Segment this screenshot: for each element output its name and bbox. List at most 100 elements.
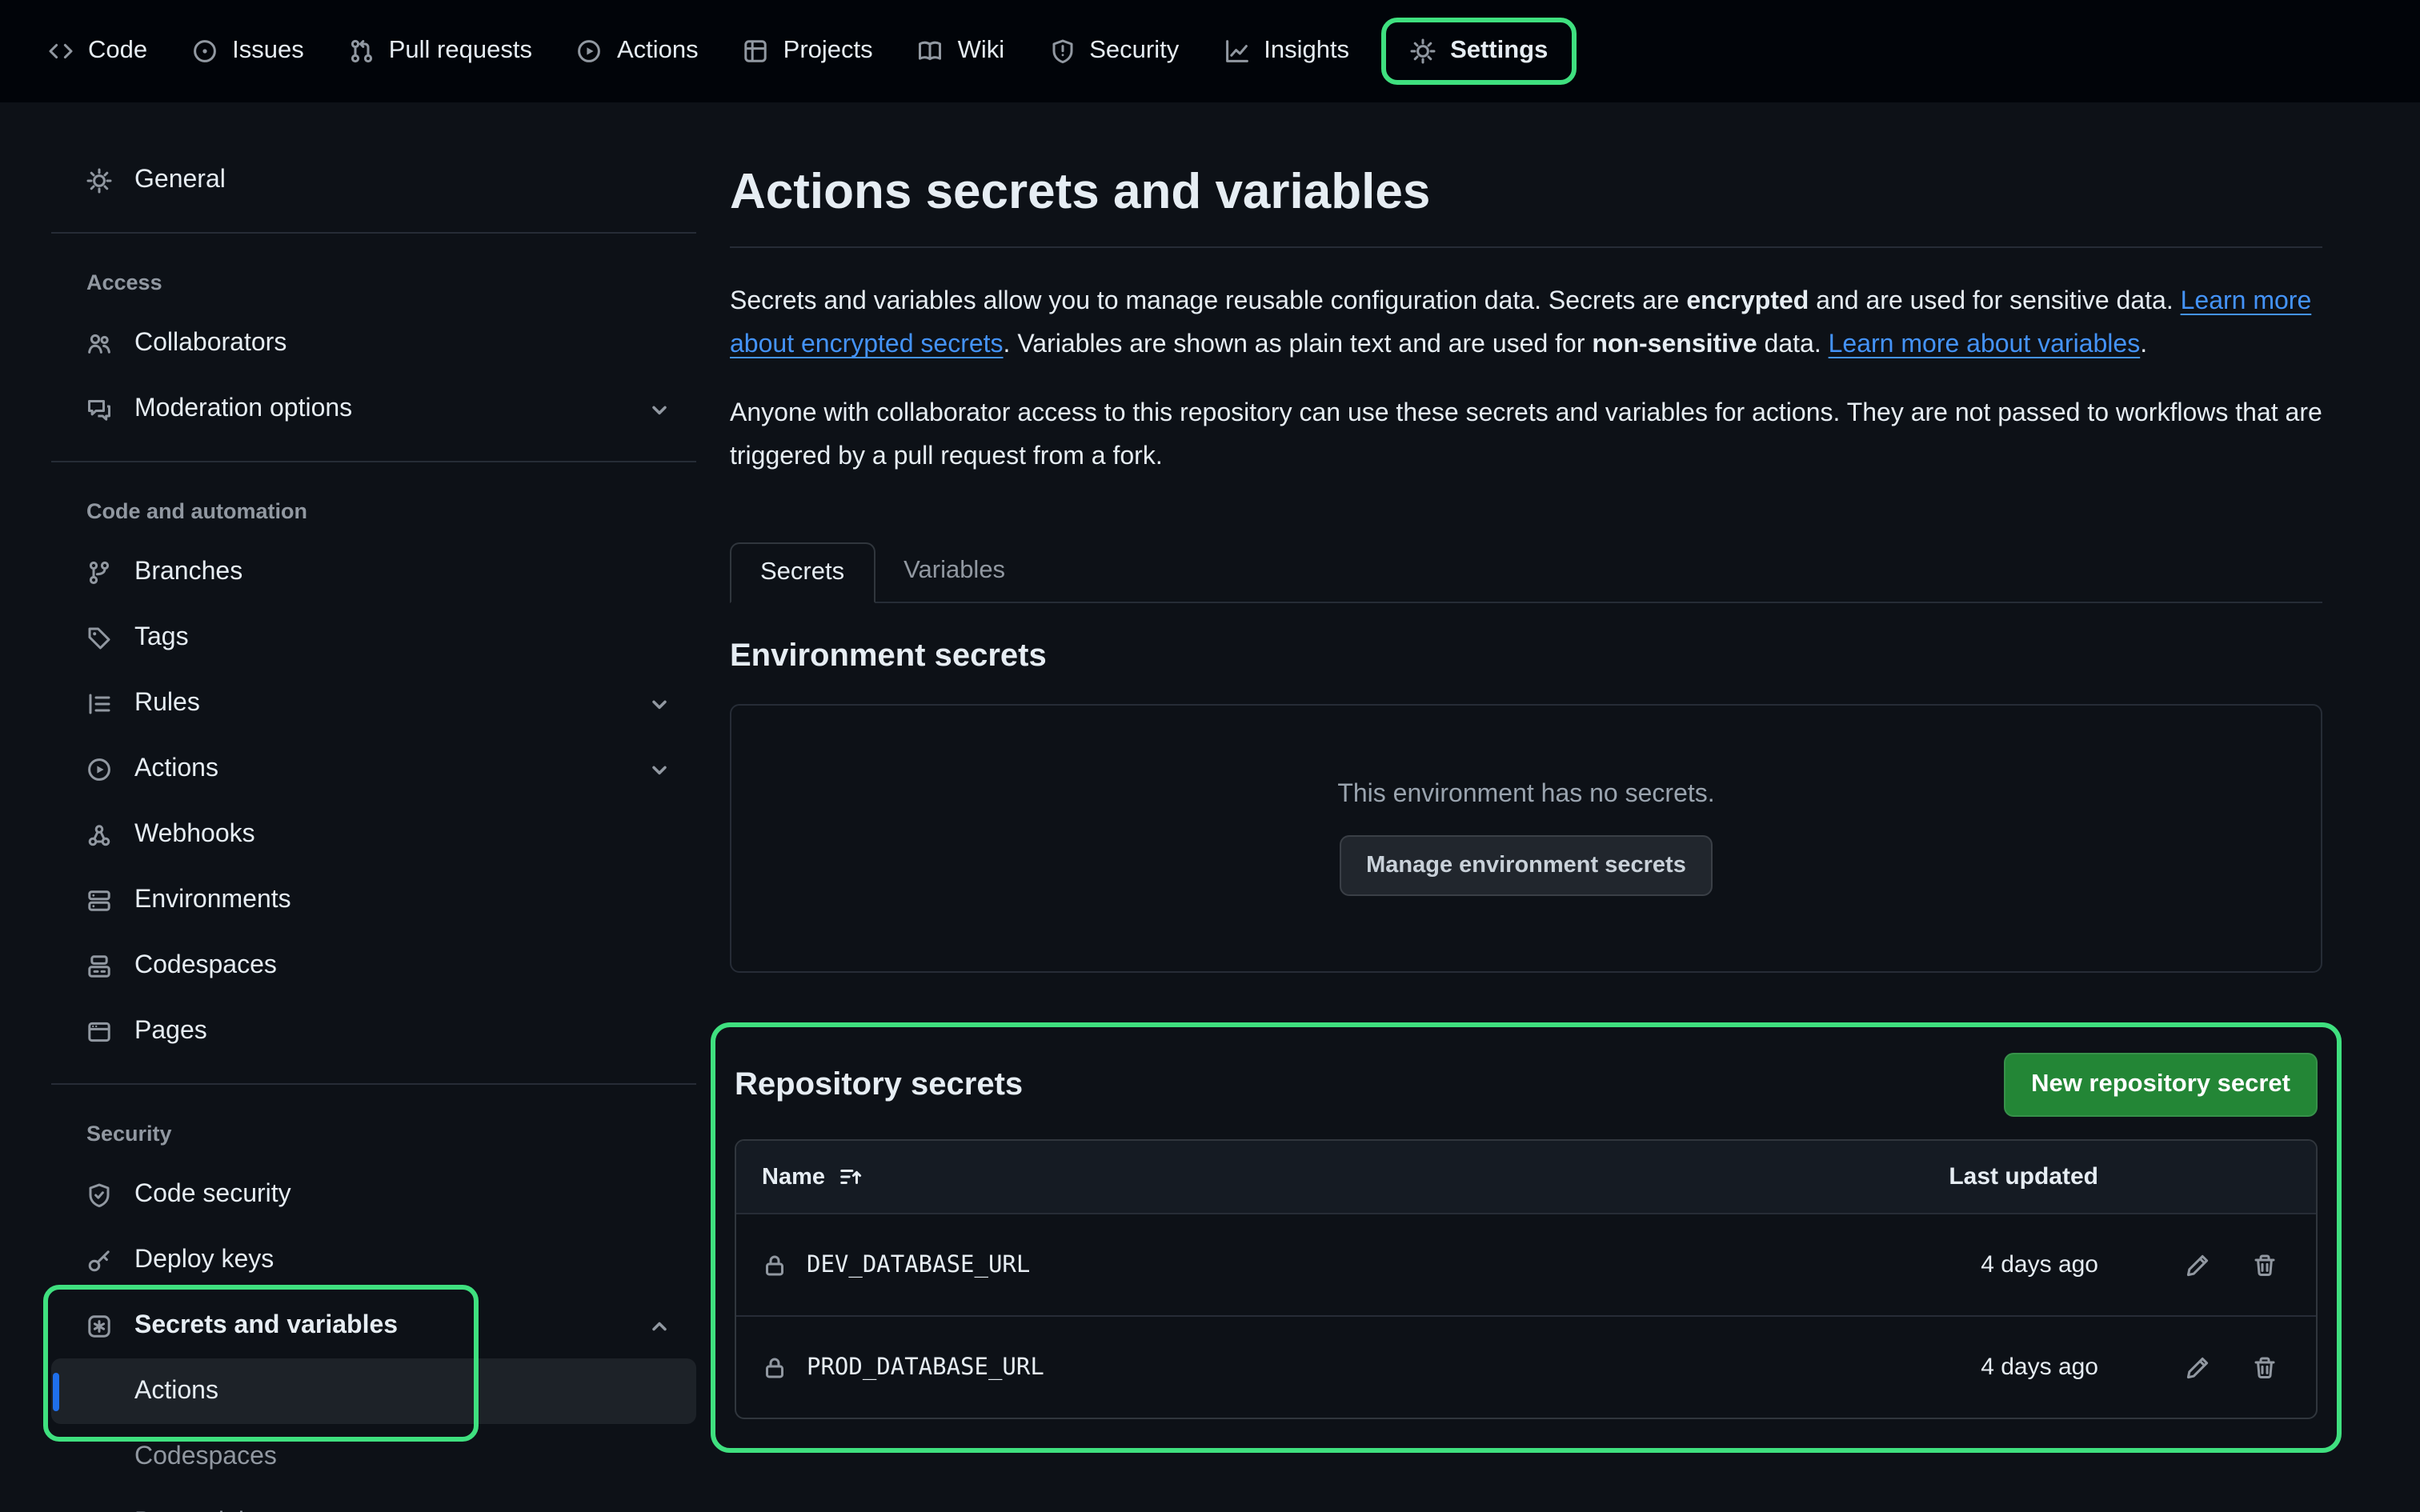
intro-text-segment: Secrets and variables allow you to manag… [730,288,1686,315]
nav-tab-issues[interactable]: Issues [170,21,327,82]
column-header-name[interactable]: Name [762,1164,1826,1190]
nav-tab-pull-requests[interactable]: Pull requests [327,21,555,82]
sidebar-subitem-actions[interactable]: Actions [51,1358,696,1424]
sidebar-item-secrets-and-variables[interactable]: Secrets and variables [51,1293,696,1358]
nav-tab-code[interactable]: Code [26,21,170,82]
intro-text: Secrets and variables allow you to manag… [730,280,2322,478]
nav-tab-security[interactable]: Security [1027,21,1201,82]
sidebar-item-label: Moderation options [134,394,352,423]
tab-secrets[interactable]: Secrets [730,542,875,603]
webhook-icon [86,822,112,847]
key-icon [86,1247,112,1273]
edit-secret-button[interactable] [2185,1252,2210,1278]
lock-icon [762,1354,787,1380]
table-icon [743,38,769,64]
comment-discussion-icon [86,396,112,422]
sidebar-item-code-security[interactable]: Code security [51,1162,696,1227]
github-repo-settings-page: Code Issues Pull requests Actions Projec… [0,0,2420,1512]
active-indicator-bar [53,1372,59,1410]
secret-name: PROD_DATABASE_URL [807,1354,1044,1380]
nav-tab-label: Issues [232,37,304,66]
graph-icon [1224,38,1249,64]
sidebar-item-webhooks[interactable]: Webhooks [51,802,696,867]
sidebar-item-label: General [134,166,226,194]
settings-content: Actions secrets and variables Secrets an… [730,147,2322,1453]
trash-icon [2252,1252,2278,1278]
sidebar-item-codespaces[interactable]: Codespaces [51,933,696,998]
intro-text-segment: data. [1757,331,1829,358]
sidebar-section-code-automation: Code and automation Branches Tags Rules … [51,461,696,1064]
secret-updated: 4 days ago [1826,1354,2098,1381]
sidebar-item-tags[interactable]: Tags [51,605,696,670]
secret-name-cell: DEV_DATABASE_URL [762,1252,1826,1278]
sidebar-item-label: Secrets and variables [134,1311,398,1340]
nav-tab-wiki[interactable]: Wiki [895,21,1028,82]
sidebar-item-label: Actions [134,754,218,783]
sidebar-item-actions[interactable]: Actions [51,736,696,802]
secret-actions [2098,1252,2290,1278]
sidebar-item-label: Tags [134,623,189,652]
intro-bold-non-sensitive: non-sensitive [1592,331,1757,358]
secret-name-cell: PROD_DATABASE_URL [762,1354,1826,1380]
nav-tab-label: Code [88,37,147,66]
environment-secrets-heading: Environment secrets [730,638,2322,675]
chevron-down-icon [648,398,671,420]
sidebar-subitem-dependabot[interactable]: Dependabot [51,1490,696,1512]
nav-tab-actions[interactable]: Actions [555,21,721,82]
sidebar-item-moderation-options[interactable]: Moderation options [51,376,696,442]
repository-secrets-table: Name Last updated DEV_DATABASE_URL 4 day… [735,1139,2318,1419]
nav-tab-label: Security [1089,37,1179,66]
nav-tab-settings[interactable]: Settings [1381,18,1577,85]
sidebar-item-rules[interactable]: Rules [51,670,696,736]
intro-bold-encrypted: encrypted [1686,288,1809,315]
intro-text-segment: . [2140,331,2147,358]
column-header-label: Name [762,1164,825,1190]
gear-icon [1410,38,1436,64]
section-title: Access [51,253,696,310]
sidebar-subitem-codespaces[interactable]: Codespaces [51,1424,696,1490]
sidebar-item-label: Code security [134,1180,291,1209]
delete-secret-button[interactable] [2252,1252,2278,1278]
trash-icon [2252,1354,2278,1380]
asterisk-box-icon [86,1313,112,1338]
sidebar-item-collaborators[interactable]: Collaborators [51,310,696,376]
sidebar-section-access: Access Collaborators Moderation options [51,232,696,442]
intro-text-segment: . Variables are shown as plain text and … [1004,331,1593,358]
sidebar-item-pages[interactable]: Pages [51,998,696,1064]
sidebar-item-label: Rules [134,689,200,718]
sidebar-subitem-label: Actions [134,1377,218,1406]
play-icon [577,38,603,64]
secret-updated: 4 days ago [1826,1251,2098,1278]
code-icon [48,38,74,64]
link-variables[interactable]: Learn more about variables [1829,331,2141,358]
sidebar-item-branches[interactable]: Branches [51,539,696,605]
manage-environment-secrets-button[interactable]: Manage environment secrets [1339,835,1713,896]
new-repository-secret-button[interactable]: New repository secret [2004,1053,2318,1117]
secret-row: PROD_DATABASE_URL 4 days ago [736,1315,2316,1418]
sidebar-item-label: Collaborators [134,329,286,358]
play-icon [86,756,112,782]
shield-check-icon [86,1182,112,1207]
sidebar-item-general[interactable]: General [51,147,696,213]
section-title: Security [51,1104,696,1162]
nav-tab-projects[interactable]: Projects [721,21,895,82]
tab-variables[interactable]: Variables [875,542,1034,602]
delete-secret-button[interactable] [2252,1354,2278,1380]
repository-secrets-heading: Repository secrets [735,1066,1023,1103]
shield-icon [1049,38,1075,64]
sidebar-item-label: Webhooks [134,820,255,849]
chevron-up-icon [648,1314,671,1337]
sidebar-item-label: Branches [134,558,242,586]
nav-tab-label: Insights [1264,37,1349,66]
edit-secret-button[interactable] [2185,1354,2210,1380]
nav-tab-label: Actions [617,37,699,66]
nav-tab-label: Settings [1450,37,1548,66]
sidebar-item-deploy-keys[interactable]: Deploy keys [51,1227,696,1293]
sidebar-item-environments[interactable]: Environments [51,867,696,933]
intro-paragraph-1: Secrets and variables allow you to manag… [730,280,2322,366]
nav-tab-insights[interactable]: Insights [1201,21,1372,82]
codespaces-icon [86,953,112,978]
settings-sidebar: General Access Collaborators Moderation … [51,147,696,1512]
browser-icon [86,1018,112,1044]
chevron-down-icon [648,758,671,780]
